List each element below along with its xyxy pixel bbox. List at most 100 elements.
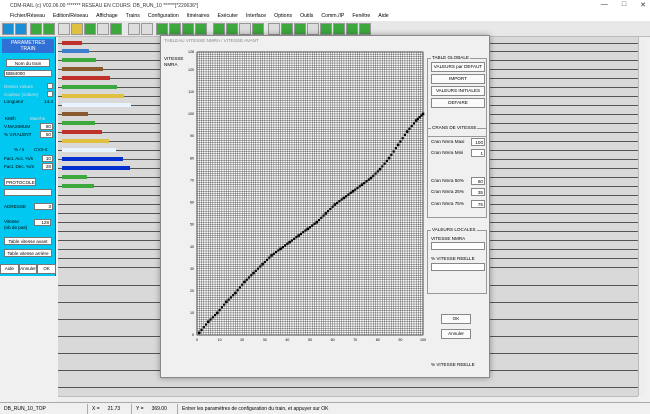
aide-button[interactable]: Aide <box>0 264 19 274</box>
dessin-voiture-checkbox[interactable] <box>47 83 53 89</box>
table-vitesse-avant-button[interactable]: Table vitesse avant <box>4 237 52 245</box>
vral-input[interactable]: 50 <box>40 131 53 138</box>
minimize-button[interactable]: — <box>601 1 608 9</box>
train-marker[interactable] <box>62 157 123 161</box>
data-point <box>243 280 246 284</box>
train-marker[interactable] <box>62 166 130 170</box>
toolbar-icon-4[interactable] <box>43 23 55 35</box>
toolbar-icon-18[interactable] <box>239 23 251 35</box>
vitesse-nmra-input[interactable] <box>431 242 485 250</box>
y-tick-label: 80 <box>190 156 194 160</box>
cran75-input[interactable]: 75 <box>471 200 485 208</box>
vitesse-select[interactable]: 128 <box>34 219 51 226</box>
toolbar-icon-10[interactable] <box>128 23 140 35</box>
toolbar-icon-20[interactable] <box>268 23 280 35</box>
toolbar-icon-27[interactable] <box>359 23 371 35</box>
ok-button[interactable]: OK <box>37 264 57 274</box>
dialog-ok-button[interactable]: OK <box>441 314 471 324</box>
toolbar-icon-1[interactable] <box>2 23 14 35</box>
train-marker[interactable] <box>62 148 116 152</box>
train-marker[interactable] <box>62 184 94 188</box>
toolbar-icon-11[interactable] <box>141 23 153 35</box>
train-marker[interactable] <box>62 58 96 62</box>
toolbar-icon-23[interactable] <box>307 23 319 35</box>
toolbar-icon-15[interactable] <box>195 23 207 35</box>
menu-item-5[interactable]: Itinéraires <box>187 13 210 19</box>
toolbar-icon-21[interactable] <box>281 23 293 35</box>
valeurs-initiales-button[interactable]: VALEURS INITIALES <box>431 86 485 96</box>
pct-vitesse-reelle-input[interactable] <box>431 263 485 271</box>
train-marker[interactable] <box>62 175 87 179</box>
close-button[interactable]: ✕ <box>640 1 646 9</box>
fdec-input[interactable]: 28 <box>42 163 53 170</box>
cran50-input[interactable]: 60 <box>471 177 485 185</box>
train-marker[interactable] <box>62 41 82 45</box>
toolbar-icon-2[interactable] <box>15 23 27 35</box>
cran-maxi-input[interactable]: 100 <box>471 138 485 146</box>
protocole-button[interactable]: PROTOCOLE <box>4 178 36 186</box>
toolbar-icon-7[interactable] <box>84 23 96 35</box>
toolbar-icon-9[interactable] <box>110 23 122 35</box>
train-marker[interactable] <box>62 112 88 116</box>
menu-item-10[interactable]: Comm./IP <box>321 13 344 19</box>
train-marker[interactable] <box>62 67 103 71</box>
defaire-button[interactable]: DEFAIRE <box>431 98 485 108</box>
menu-item-9[interactable]: Outils <box>300 13 313 19</box>
train-marker[interactable] <box>62 94 124 98</box>
dialog-annuler-button[interactable]: Annuler <box>441 329 471 339</box>
menu-item-8[interactable]: Options <box>274 13 292 19</box>
data-point-step <box>336 201 339 204</box>
annuler-button[interactable]: Annuler <box>18 264 38 274</box>
menu-item-2[interactable]: Affichage <box>96 13 118 19</box>
vmax-input[interactable]: 80 <box>40 123 53 130</box>
toolbar-icon-12[interactable] <box>156 23 168 35</box>
train-marker[interactable] <box>62 130 102 134</box>
toolbar-icon-6[interactable] <box>71 23 83 35</box>
y-tick-label: 110 <box>188 90 194 94</box>
train-marker[interactable] <box>62 76 110 80</box>
train-name-button[interactable]: Nom du train <box>6 59 50 67</box>
data-point-step <box>347 193 350 196</box>
menu-item-6[interactable]: Exécuter <box>218 13 238 19</box>
toolbar-icon-8[interactable] <box>97 23 109 35</box>
menu-item-11[interactable]: Fenêtre <box>352 13 370 19</box>
protocole-value[interactable] <box>4 189 52 196</box>
toolbar-icon-13[interactable] <box>169 23 181 35</box>
menu-item-0[interactable]: Fichier/Réseau <box>10 13 45 19</box>
toolbar-icon-3[interactable] <box>30 23 42 35</box>
train-marker[interactable] <box>62 49 89 53</box>
vral-label: % V.RALENT <box>4 132 32 137</box>
toolbar-icon-24[interactable] <box>320 23 332 35</box>
menu-item-4[interactable]: Configuration <box>148 13 179 19</box>
menu-item-12[interactable]: Aide <box>378 13 388 19</box>
toolbar-icon-17[interactable] <box>226 23 238 35</box>
data-point-step <box>376 170 379 173</box>
maximize-button[interactable]: □ <box>622 1 626 9</box>
toolbar-icon-19[interactable] <box>252 23 264 35</box>
train-name-input[interactable]: BB64000 <box>4 70 52 77</box>
menu-item-7[interactable]: Interface <box>246 13 266 19</box>
train-marker[interactable] <box>62 121 95 125</box>
cran-mini-input[interactable]: 1 <box>471 149 485 157</box>
table-vitesse-arriere-button[interactable]: Table vitesse arrière <box>4 249 52 257</box>
toolbar-icon-5[interactable] <box>58 23 70 35</box>
toolbar-icon-16[interactable] <box>213 23 225 35</box>
cran25-input[interactable]: 35 <box>471 188 485 196</box>
menu-item-1[interactable]: Edition/Réseau <box>53 13 88 19</box>
toolbar-icon-26[interactable] <box>346 23 358 35</box>
toolbar-icon-25[interactable] <box>333 23 345 35</box>
toolbar-icon-22[interactable] <box>294 23 306 35</box>
train-marker[interactable] <box>62 85 117 89</box>
couleur-box[interactable] <box>47 91 53 97</box>
data-point <box>405 130 409 133</box>
vertical-scrollbar[interactable] <box>638 37 645 396</box>
train-marker[interactable] <box>62 103 131 107</box>
menu-item-3[interactable]: Trains <box>126 13 140 19</box>
train-marker[interactable] <box>62 139 109 143</box>
facc-input[interactable]: 10 <box>42 155 53 162</box>
adresse-input[interactable]: 3 <box>34 203 53 210</box>
import-button[interactable]: IMPORT <box>431 74 485 84</box>
valeurs-defaut-button[interactable]: VALEURS par DEFAUT <box>431 62 485 72</box>
toolbar-icon-14[interactable] <box>182 23 194 35</box>
fdec-label: Fact. Dec. %/s <box>4 164 34 169</box>
